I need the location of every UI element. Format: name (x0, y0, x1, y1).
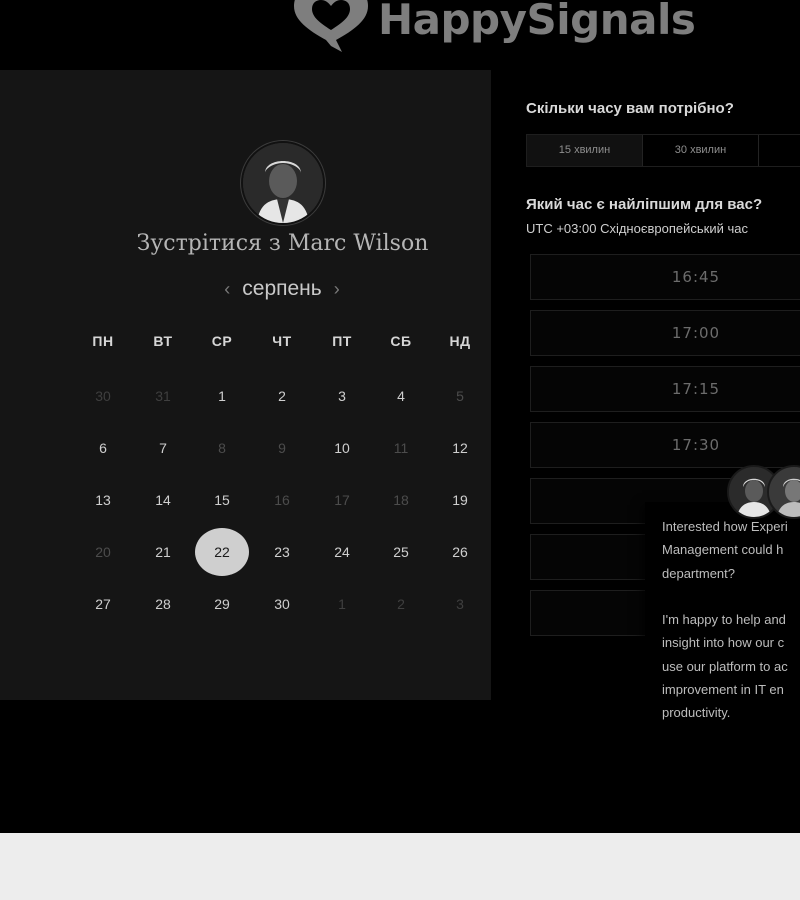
calendar-day[interactable]: 21 (143, 540, 183, 564)
weekday-label: СБ (390, 333, 412, 349)
calendar-day[interactable]: 24 (322, 540, 362, 564)
calendar-day: 3 (456, 596, 464, 612)
time-slot[interactable]: 16:45 (530, 254, 800, 300)
brand-name: HappySignals (378, 0, 696, 44)
heart-chat-icon (294, 0, 368, 52)
calendar-day[interactable]: 27 (83, 592, 123, 616)
calendar-day: 9 (278, 440, 286, 456)
calendar-day: 2 (397, 596, 405, 612)
calendar-day: 11 (393, 440, 409, 456)
calendar-day[interactable]: 3 (322, 384, 362, 408)
weekday-label: ЧТ (272, 333, 292, 349)
weekday-label: СР (211, 333, 233, 349)
time-slot-label: 17:30 (671, 436, 721, 454)
calendar-day: 1 (338, 596, 346, 612)
calendar-day[interactable]: 6 (83, 436, 123, 460)
calendar-day[interactable]: 19 (440, 488, 480, 512)
calendar-day[interactable]: 1 (202, 384, 242, 408)
calendar-day[interactable]: 29 (202, 592, 242, 616)
chat-popup[interactable]: Interested how Experi Management could h… (645, 502, 800, 740)
time-slot-label: 17:15 (671, 380, 721, 398)
duration-option-60[interactable]: 1 (759, 135, 800, 166)
calendar-day[interactable]: 15 (202, 488, 242, 512)
person-icon (243, 143, 323, 223)
month-label: серпень (242, 277, 322, 300)
calendar-day[interactable]: 14 (143, 488, 183, 512)
happysignals-logo: HappySignals (292, 0, 696, 52)
duration-selector: 15 хвилин 30 хвилин 1 (526, 134, 800, 167)
month-navigation: ‹ серпень › (200, 276, 364, 302)
calendar-day: 8 (218, 440, 226, 456)
time-slot[interactable]: 17:00 (530, 310, 800, 356)
weekday-label: ВТ (153, 333, 173, 349)
host-avatar (241, 141, 325, 225)
calendar-day[interactable]: 13 (83, 488, 123, 512)
calendar-day: 30 (95, 388, 111, 404)
calendar-day: 20 (95, 544, 111, 560)
calendar-day[interactable]: 12 (440, 436, 480, 460)
person-icon (769, 467, 800, 517)
calendar-day[interactable]: 25 (381, 540, 421, 564)
time-slot-label: 17:00 (671, 324, 721, 342)
time-slot[interactable]: 17:30 (530, 422, 800, 468)
weekday-label: НД (449, 333, 471, 349)
calendar-day[interactable]: 2 (262, 384, 302, 408)
meeting-title: Зустрітися з Marc Wilson (136, 231, 429, 256)
chevron-left-icon[interactable]: ‹ (224, 279, 230, 300)
duration-option-30[interactable]: 30 хвилин (643, 135, 759, 166)
time-slot[interactable]: 17:15 (530, 366, 800, 412)
time-question: Який час є найліпшим для вас? (526, 196, 763, 213)
weekday-label: ПТ (332, 333, 352, 349)
selected-day[interactable]: 22 (195, 528, 249, 576)
calendar-day: 31 (155, 388, 171, 404)
duration-question: Скільки часу вам потрібно? (526, 100, 734, 117)
time-slot-label: 16:45 (671, 268, 721, 286)
calendar-day[interactable]: 26 (440, 540, 480, 564)
calendar-day[interactable]: 23 (262, 540, 302, 564)
calendar-day[interactable]: 30 (262, 592, 302, 616)
calendar-day[interactable]: 7 (143, 436, 183, 460)
calendar-day: 18 (393, 492, 409, 508)
chevron-right-icon[interactable]: › (334, 279, 340, 300)
calendar-day[interactable]: 10 (322, 436, 362, 460)
duration-option-15[interactable]: 15 хвилин (527, 135, 643, 166)
calendar-day: 5 (456, 388, 464, 404)
calendar-day: 16 (274, 492, 290, 508)
scheduler-app: HappySignals Зустрітися з Marc Wilson ‹ … (0, 0, 800, 833)
timezone-label[interactable]: UTC +03:00 Східноєвропейський час (526, 221, 748, 236)
calendar-day[interactable]: 28 (143, 592, 183, 616)
chat-message: Interested how Experi Management could h… (662, 519, 788, 721)
calendar-day[interactable]: 4 (381, 384, 421, 408)
calendar-day: 17 (334, 492, 350, 508)
weekday-label: ПН (92, 333, 114, 349)
